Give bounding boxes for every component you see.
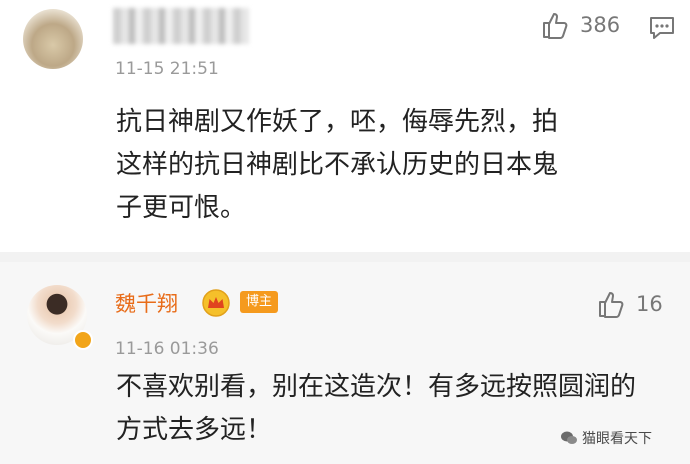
like-count: 386 [580,13,621,37]
author-badge: 博主 [240,291,279,313]
comment-text: 抗日神剧又作妖了，呸，侮辱先烈，拍 这样的抗日神剧比不承认历史的日本鬼 子更可恨… [116,101,676,230]
wechat-icon [561,431,577,444]
comment-time: 11-15 21:51 [115,59,219,79]
chat-bubble-icon[interactable] [648,15,676,41]
thumbs-up-icon [599,292,624,318]
like-button[interactable]: 16 [596,289,663,319]
comment-time: 11-16 01:36 [115,339,219,359]
comment-card: 386 11-15 21:51 抗日神剧又作妖了，呸，侮辱先烈，拍 这样的抗日神… [0,0,690,252]
crown-icon [202,289,230,317]
verified-badge-icon [73,330,93,350]
avatar[interactable] [23,9,83,69]
like-button[interactable]: 386 [540,10,620,40]
comment-line: 子更可恨。 [116,193,247,223]
username[interactable]: 魏千翔 [115,288,178,318]
divider [0,252,690,262]
like-count: 16 [636,292,663,316]
comment-line: 抗日神剧又作妖了，呸，侮辱先烈，拍 [116,107,559,137]
blurred-username [113,8,249,44]
comment-line: 不喜欢别看，别在这造次！有多远按照圆润的 [116,372,637,402]
watermark-text: 猫眼看天下 [582,431,652,447]
thumbs-up-icon [543,13,568,39]
comment-line: 这样的抗日神剧比不承认历史的日本鬼 [116,150,559,180]
watermark: 猫眼看天下 [560,428,652,448]
